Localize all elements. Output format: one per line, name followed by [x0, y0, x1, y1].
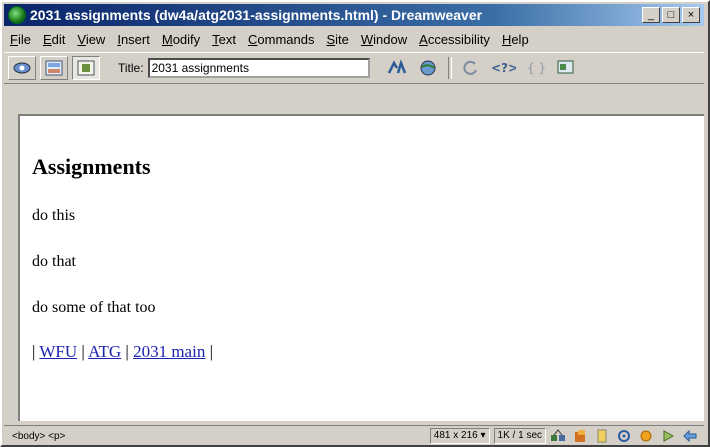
- document-toolbar: Title: <?> { }: [4, 52, 704, 84]
- menu-bar: File Edit View Insert Modify Text Comman…: [4, 28, 535, 50]
- paragraph-do-this: do this: [32, 207, 76, 224]
- link-separator: |: [81, 342, 85, 361]
- paragraph-do-some: do some of that too: [32, 299, 156, 316]
- html-styles-icon[interactable]: [594, 429, 610, 443]
- link-separator: |: [209, 342, 213, 361]
- menu-modify[interactable]: Modify: [156, 32, 206, 47]
- preview-globe-icon[interactable]: [416, 56, 442, 80]
- menu-edit[interactable]: Edit: [37, 32, 71, 47]
- menu-accessibility[interactable]: Accessibility: [413, 32, 496, 47]
- dreamweaver-app-icon: [8, 6, 26, 24]
- close-button[interactable]: ×: [682, 7, 700, 23]
- paragraph-do-that: do that: [32, 253, 76, 270]
- window-title: 2031 assignments (dw4a/atg2031-assignmen…: [30, 7, 483, 23]
- timelines-icon[interactable]: [660, 429, 676, 443]
- menu-commands[interactable]: Commands: [242, 32, 320, 47]
- design-view-icon[interactable]: [72, 56, 100, 80]
- link-separator: |: [32, 342, 36, 361]
- link-separator: |: [125, 342, 129, 361]
- page-heading: Assignments: [32, 154, 151, 179]
- design-view-document[interactable]: Assignments do this do that do some of t…: [18, 114, 704, 421]
- code-braces-icon[interactable]: { }: [522, 56, 548, 80]
- title-label: Title:: [118, 61, 144, 75]
- css-styles-icon[interactable]: [616, 429, 632, 443]
- code-view-icon[interactable]: [8, 56, 36, 80]
- file-management-icon[interactable]: [384, 56, 410, 80]
- menu-site[interactable]: Site: [320, 32, 354, 47]
- menu-file[interactable]: File: [4, 32, 37, 47]
- menu-insert[interactable]: Insert: [111, 32, 156, 47]
- maximize-button[interactable]: □: [662, 7, 680, 23]
- window-size-field[interactable]: 481 x 216 ▾: [429, 428, 490, 444]
- visual-aids-icon[interactable]: [554, 56, 580, 80]
- split-view-icon[interactable]: [40, 56, 68, 80]
- svg-text:<?>: <?>: [491, 61, 516, 75]
- menu-view[interactable]: View: [71, 32, 111, 47]
- link-wfu[interactable]: WFU: [39, 342, 77, 361]
- status-bar: <body> <p> 481 x 216 ▾ 1K / 1 sec: [4, 425, 704, 446]
- tag-selector[interactable]: <body> <p>: [12, 431, 430, 442]
- menu-help[interactable]: Help: [496, 32, 535, 47]
- refresh-icon[interactable]: [458, 56, 484, 80]
- view-options-icon[interactable]: <?>: [490, 56, 516, 80]
- title-bar[interactable]: 2031 assignments (dw4a/atg2031-assignmen…: [4, 4, 704, 26]
- toolbar-separator: [447, 57, 452, 79]
- link-2031-main[interactable]: 2031 main: [133, 342, 205, 361]
- code-inspector-icon[interactable]: [682, 429, 698, 443]
- dreamweaver-window: 2031 assignments (dw4a/atg2031-assignmen…: [0, 0, 710, 447]
- behaviors-icon[interactable]: [638, 429, 654, 443]
- link-atg[interactable]: ATG: [88, 342, 121, 361]
- site-icon[interactable]: [550, 429, 566, 443]
- menu-text[interactable]: Text: [206, 32, 242, 47]
- menu-window[interactable]: Window: [355, 32, 413, 47]
- assets-icon[interactable]: [572, 429, 588, 443]
- minimize-button[interactable]: _: [642, 7, 660, 23]
- nav-links: | WFU | ATG | 2031 main |: [32, 342, 213, 362]
- page-title-input[interactable]: [147, 58, 370, 78]
- download-time-field: 1K / 1 sec: [493, 428, 546, 444]
- svg-text:{ }: { }: [527, 61, 545, 75]
